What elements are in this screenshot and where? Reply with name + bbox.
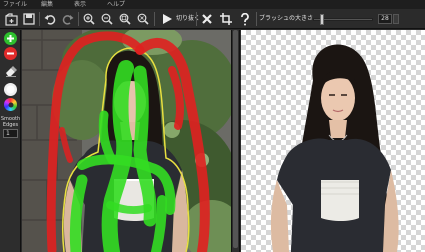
zoom-out-icon (101, 13, 113, 25)
undo-button[interactable] (42, 11, 58, 27)
help-button[interactable] (237, 11, 253, 27)
zoom-fit-icon (119, 13, 131, 25)
source-image-canvas[interactable] (22, 30, 231, 252)
save-icon (23, 13, 35, 25)
zoom-actual-icon (137, 13, 149, 25)
tool-sidebar: Smooth Edges 1 (0, 30, 21, 252)
open-folder-icon (4, 12, 18, 26)
open-file-button[interactable] (3, 11, 19, 27)
cutout-result-photo (270, 44, 399, 252)
play-icon (163, 14, 172, 24)
save-button[interactable] (21, 11, 37, 27)
result-preview-canvas[interactable] (241, 30, 425, 252)
brush-size-input[interactable]: 28 (378, 14, 392, 24)
vertical-scrollbar[interactable] (233, 30, 238, 248)
menu-edit[interactable]: 編集 (41, 0, 53, 9)
toolbar-separator (78, 12, 79, 26)
eraser-icon (5, 65, 17, 77)
zoom-out-button[interactable] (99, 11, 115, 27)
source-photo (22, 30, 231, 252)
eraser-button[interactable] (4, 64, 17, 77)
menu-view[interactable]: 表示 (74, 0, 86, 9)
toolbar-separator (39, 12, 40, 26)
zoom-fit-button[interactable] (117, 11, 133, 27)
close-x-icon (202, 14, 212, 24)
brush-size-spinner[interactable] (393, 14, 399, 24)
brush-size-label: ブラッシュの大きさ (259, 15, 314, 22)
crop-icon (220, 13, 232, 25)
toolbar-separator (154, 12, 155, 26)
smooth-edges-label-2: Edges (2, 122, 19, 128)
menu-file[interactable]: ファイル (3, 0, 27, 9)
keep-marker-button[interactable] (4, 32, 17, 45)
clear-button[interactable] (199, 11, 215, 27)
toolbar-separator (256, 12, 257, 26)
minus-icon (7, 52, 14, 55)
white-circle-icon (6, 85, 15, 94)
smooth-edges-input[interactable]: 1 (3, 129, 18, 138)
app-window: ファイル 編集 表示 ヘルプ 切り抜く ブラッシュの大きさ 28 Smooth … (0, 0, 425, 252)
remove-marker-button[interactable] (4, 47, 17, 60)
zoom-actual-button[interactable] (135, 11, 151, 27)
toolbar-separator (196, 12, 197, 26)
menu-help[interactable]: ヘルプ (107, 0, 125, 9)
undo-icon (44, 15, 56, 25)
toolbar: 切り抜く ブラッシュの大きさ 28 (0, 9, 425, 29)
plus-icon (7, 35, 14, 42)
background-color-button[interactable] (4, 83, 17, 96)
color-wheel-icon (8, 102, 13, 107)
menu-bar: ファイル 編集 表示 ヘルプ (0, 0, 425, 9)
crop-button[interactable] (218, 11, 234, 27)
zoom-in-button[interactable] (81, 11, 97, 27)
redo-icon (62, 15, 74, 25)
redo-button[interactable] (60, 11, 76, 27)
color-picker-button[interactable] (4, 98, 17, 111)
brush-size-slider-knob[interactable] (319, 14, 324, 25)
zoom-in-icon (83, 13, 95, 25)
question-mark-icon (241, 12, 249, 25)
cut-out-play-button[interactable] (159, 11, 175, 27)
